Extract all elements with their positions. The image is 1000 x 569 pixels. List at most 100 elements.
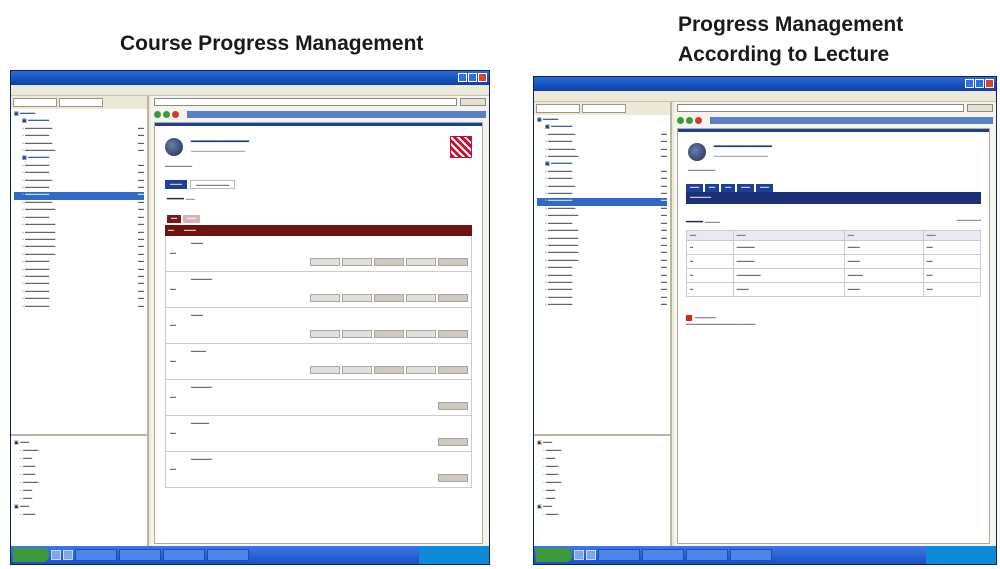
tree-folder[interactable]: ▣ ━━━━━━━ <box>537 161 667 168</box>
pane-tab-1[interactable] <box>536 104 580 113</box>
row-button[interactable] <box>438 294 468 302</box>
tab[interactable]: ━━━ <box>756 184 774 192</box>
window-titlebar[interactable] <box>11 71 489 85</box>
stop-icon[interactable] <box>172 111 179 118</box>
tree-item-selected[interactable]: ▫ ━━━━━━━━ ━━ <box>537 198 667 206</box>
taskbar-item[interactable] <box>207 549 249 561</box>
tree-item[interactable]: ▫ ━━━━━ <box>537 447 667 455</box>
row-button[interactable] <box>374 366 404 374</box>
tree-item[interactable]: ▫ ━━━━━ <box>14 479 144 487</box>
taskbar-item[interactable] <box>598 549 640 561</box>
tree-item[interactable]: ▫ ━━━━ <box>537 463 667 471</box>
folder-icon[interactable]: ▣ ━━━ <box>14 503 144 511</box>
tree-item[interactable]: ▫ ━━━━━━━━ ━━ <box>537 273 667 280</box>
row-button[interactable] <box>310 366 340 374</box>
folder-icon[interactable]: ▣ ━━━ <box>14 439 144 447</box>
tree-item[interactable]: ▫ ━━━━━━━━━━ ━━ <box>537 243 667 250</box>
tree-item[interactable]: ▫ ━━━━━━━━ ━━ <box>537 191 667 198</box>
mini-tab[interactable]: ━━━ <box>183 215 201 223</box>
window-maximize-icon[interactable] <box>975 79 984 88</box>
start-button[interactable] <box>13 548 49 562</box>
tab[interactable]: ━━━ <box>737 184 755 192</box>
tree-item[interactable]: ▫ ━━━━ <box>14 471 144 479</box>
tree-item[interactable]: ▫ ━━━━━━━━━━ ━━ <box>14 252 144 259</box>
row-button[interactable] <box>406 258 436 266</box>
folder-icon[interactable]: ▣ ━━━ <box>537 503 667 511</box>
row-button[interactable] <box>342 366 372 374</box>
tree-item[interactable]: ▫ ━━━━━━━━ ━━ <box>537 221 667 228</box>
tree-item[interactable]: ▫ ━━━━━━━━ ━━ <box>14 215 144 222</box>
row-button[interactable] <box>342 258 372 266</box>
taskbar-item[interactable] <box>730 549 772 561</box>
quicklaunch-icon[interactable] <box>586 550 596 560</box>
window-close-icon[interactable] <box>985 79 994 88</box>
tree-item[interactable]: ▫ ━━━━━━━━ ━━ <box>14 163 144 170</box>
tree-item[interactable]: ▫ ━━━━━━━━━━ ━━ <box>14 222 144 229</box>
window-minimize-icon[interactable] <box>458 73 467 82</box>
tree-item-selected[interactable]: ▫ ━━━━━━━━ ━━ <box>14 192 144 200</box>
url-bar[interactable] <box>710 117 993 124</box>
row-button[interactable] <box>374 330 404 338</box>
tree-folder[interactable]: ▣ ━━━━━━━ <box>537 124 667 131</box>
tree-item[interactable]: ▫ ━━━━━━━━━ ━━ <box>537 132 667 139</box>
taskbar-item[interactable] <box>75 549 117 561</box>
tree-item[interactable]: ▫ ━━━━━━━━ ━━ <box>537 139 667 146</box>
row-button[interactable] <box>406 366 436 374</box>
back-icon[interactable] <box>677 117 684 124</box>
start-button[interactable] <box>536 548 572 562</box>
row-button[interactable] <box>438 474 468 482</box>
tree-item[interactable]: ▫ ━━━━━━━━ ━━ <box>537 176 667 183</box>
tree-folder[interactable]: ▣ ━━━━━━━ <box>14 118 144 125</box>
url-bar[interactable] <box>187 111 486 118</box>
tree-item[interactable]: ▫ ━━━━━━━━━ ━━ <box>14 126 144 133</box>
tree-item[interactable]: ▫ ━━━━━━━━━━ ━━ <box>14 230 144 237</box>
taskbar-item[interactable] <box>642 549 684 561</box>
tree-item[interactable]: ▫ ━━━━━━━━━━ ━━ <box>14 207 144 214</box>
tree-item[interactable]: ▫ ━━━ <box>14 455 144 463</box>
row-button[interactable] <box>438 330 468 338</box>
forward-icon[interactable] <box>686 117 693 124</box>
tree-item[interactable]: ▫ ━━━ <box>537 495 667 503</box>
tree-item[interactable]: ▫ ━━━━━ <box>537 479 667 487</box>
pane-tab-1[interactable] <box>13 98 57 107</box>
tree-item[interactable]: ▫ ━━━━━━━━ ━━ <box>14 274 144 281</box>
window-maximize-icon[interactable] <box>468 73 477 82</box>
row-button[interactable] <box>438 258 468 266</box>
window-close-icon[interactable] <box>478 73 487 82</box>
tree-item[interactable]: ▫ ━━━━━ <box>14 447 144 455</box>
tree-item[interactable]: ▫ ━━━━━━━━━━ ━━ <box>14 244 144 251</box>
tree-item[interactable]: ▫ ━━━━━━━━━━ ━━ <box>537 236 667 243</box>
row-button[interactable] <box>310 294 340 302</box>
forward-icon[interactable] <box>163 111 170 118</box>
folder-icon[interactable]: ▣ ━━━ <box>537 439 667 447</box>
taskbar-item[interactable] <box>163 549 205 561</box>
tree-item[interactable]: ▫ ━━━━━━━━ ━━ <box>537 169 667 176</box>
tree-item[interactable]: ▫ ━━━━━━━━━━ ━━ <box>537 154 667 161</box>
tree-item[interactable]: ▫ ━━━━━━━━ ━━ <box>537 265 667 272</box>
row-button[interactable] <box>374 294 404 302</box>
go-button[interactable] <box>460 98 486 106</box>
tree-item[interactable]: ▫ ━━━━━━━━━ ━━ <box>537 206 667 213</box>
menu-bar[interactable] <box>534 91 996 102</box>
stop-icon[interactable] <box>695 117 702 124</box>
tree-item[interactable]: ▫ ━━━━━━━━━ ━━ <box>14 141 144 148</box>
address-field[interactable] <box>154 98 457 106</box>
row-button[interactable] <box>342 294 372 302</box>
quicklaunch-icon[interactable] <box>51 550 61 560</box>
go-button[interactable] <box>967 104 993 112</box>
tab[interactable]: ━━━━━━━━━━━ <box>190 180 236 189</box>
tree-item[interactable]: ▫ ━━━━━━━━━ ━━ <box>14 200 144 207</box>
row-button[interactable] <box>310 330 340 338</box>
tree-item[interactable]: ▫ ━━━━━━━━━━ ━━ <box>14 237 144 244</box>
tab[interactable]: ━━ <box>721 184 736 192</box>
tree-item[interactable]: ▫ ━━━━━━━━━ ━━ <box>537 184 667 191</box>
tree-item[interactable]: ▫ ━━━━━━━━ ━━ <box>537 302 667 309</box>
window-titlebar[interactable] <box>534 77 996 91</box>
tree-item[interactable]: ▫ ━━━━━━━━━━ ━━ <box>537 228 667 235</box>
tree-folder[interactable]: ▣ ━━━━━ <box>14 111 144 118</box>
tree-item[interactable]: ▫ ━━━━━━━━━━ ━━ <box>537 213 667 220</box>
tree-item[interactable]: ▫ ━━━━━━━━━━ ━━ <box>537 258 667 265</box>
tree-item[interactable]: ▫ ━━━━━━━━━ ━━ <box>14 178 144 185</box>
window-minimize-icon[interactable] <box>965 79 974 88</box>
tab[interactable]: ━━ <box>705 184 720 192</box>
